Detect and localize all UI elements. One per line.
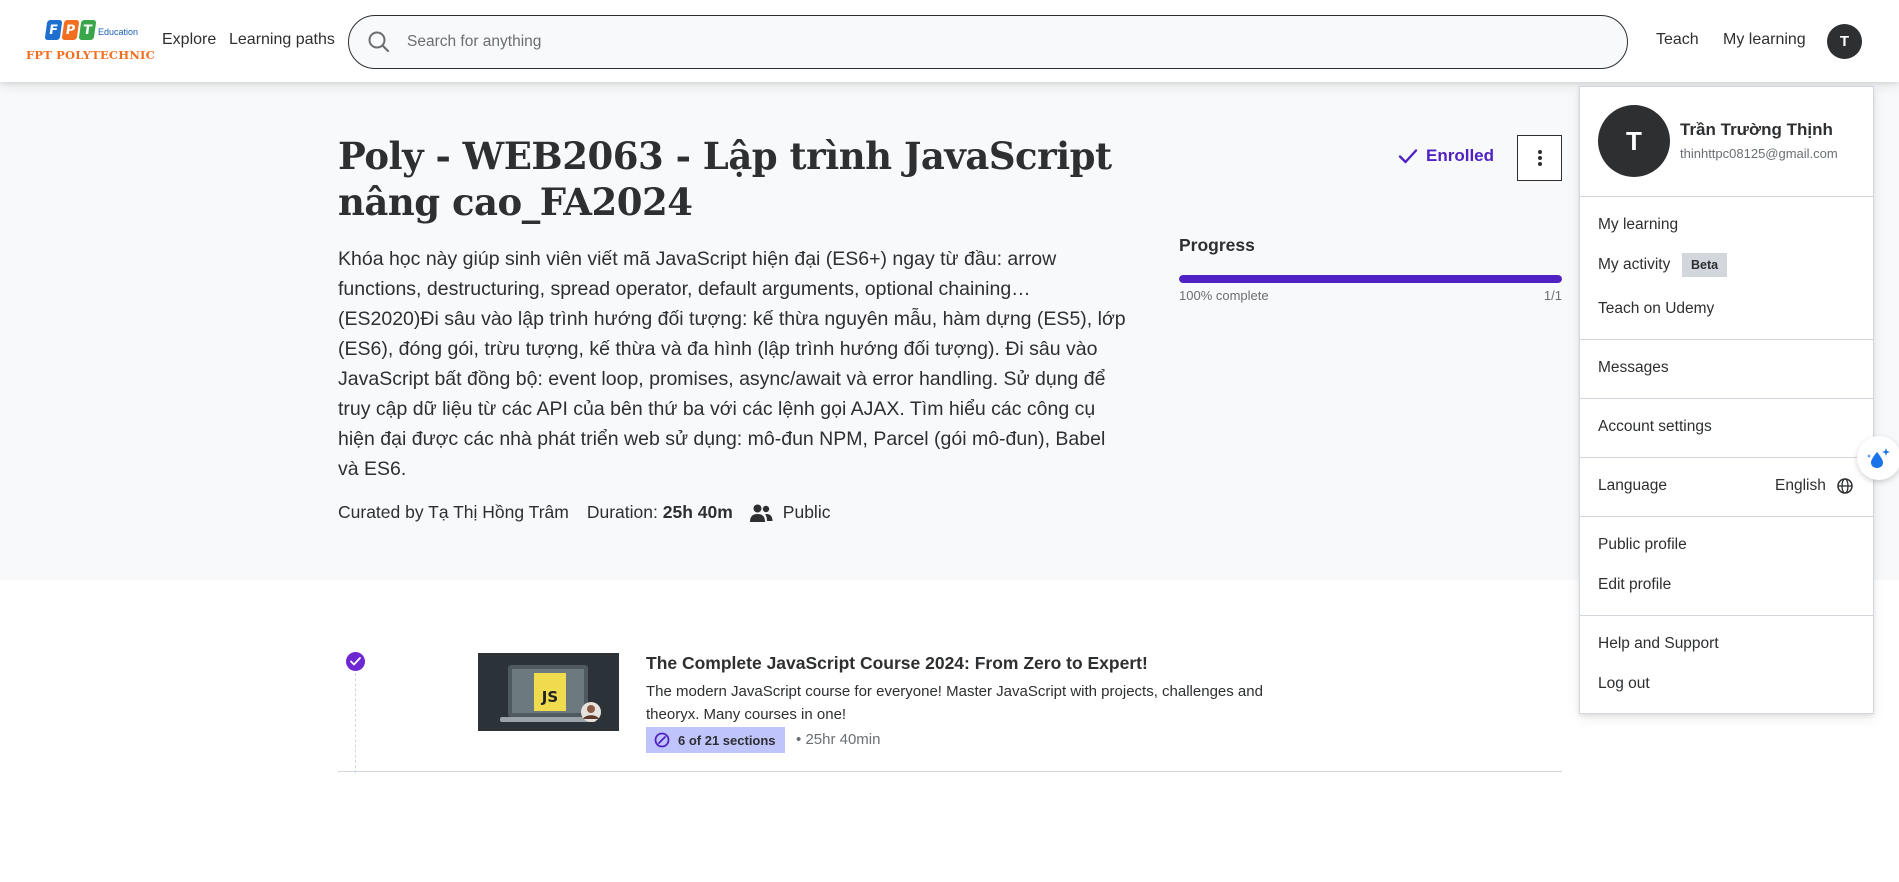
menu-item-help-and-support[interactable]: Help and Support <box>1598 635 1719 653</box>
user-menu-dropdown: T Trần Trường Thịnh thinhttpc08125@gmail… <box>1579 86 1874 714</box>
menu-divider <box>1580 196 1873 197</box>
progress-percent-label: 100% complete <box>1179 288 1269 303</box>
completed-check-icon <box>346 652 365 671</box>
menu-item-teach-on-udemy[interactable]: Teach on Udemy <box>1598 300 1714 318</box>
enrolled-status: Enrolled <box>1398 146 1494 166</box>
course-duration: • 25hr 40min <box>796 731 880 748</box>
duration-bullet: • <box>796 731 802 748</box>
user-email: thinhttpc08125@gmail.com <box>1680 146 1838 161</box>
course-duration-value: 25hr 40min <box>805 731 881 748</box>
beta-badge: Beta <box>1682 253 1728 277</box>
user-name[interactable]: Trần Trường Thịnh <box>1680 120 1833 140</box>
menu-item-my-learning[interactable]: My learning <box>1598 216 1678 234</box>
search-input[interactable]: Search for anything <box>407 33 541 51</box>
menu-item-public-profile[interactable]: Public profile <box>1598 536 1687 554</box>
course-path-meta: Curated by Tạ Thị Hồng Trâm Duration: 25… <box>338 502 830 523</box>
sections-progress-badge: 6 of 21 sections <box>646 727 785 753</box>
menu-item-account-settings[interactable]: Account settings <box>1598 418 1712 436</box>
dropdown-avatar[interactable]: T <box>1598 105 1670 177</box>
nav-learning-paths[interactable]: Learning paths <box>229 31 335 49</box>
fpt-polytechnic-logo[interactable]: F P T Education FPT POLYTECHNIC <box>24 18 155 66</box>
course-title-link[interactable]: The Complete JavaScript Course 2024: Fro… <box>646 653 1148 674</box>
menu-item-log-out[interactable]: Log out <box>1598 675 1650 693</box>
logo-letter-p: P <box>61 20 80 40</box>
curated-by: Curated by Tạ Thị Hồng Trâm <box>338 502 569 522</box>
course-thumbnail[interactable]: JS <box>478 653 619 731</box>
menu-item-edit-profile[interactable]: Edit profile <box>1598 576 1671 594</box>
menu-item-messages[interactable]: Messages <box>1598 359 1669 377</box>
visibility-label: Public <box>782 502 831 522</box>
language-value: English <box>1775 477 1826 494</box>
duration-label: Duration: <box>586 502 658 522</box>
nav-my-learning[interactable]: My learning <box>1723 31 1806 49</box>
menu-divider <box>1580 516 1873 517</box>
nav-explore[interactable]: Explore <box>162 31 216 49</box>
timeline-connector <box>355 673 356 773</box>
search-icon[interactable] <box>365 28 393 56</box>
menu-divider <box>1580 615 1873 616</box>
menu-divider <box>1580 398 1873 399</box>
course-path-description: Khóa học này giúp sinh viên viết mã Java… <box>338 248 1126 480</box>
progress-bar-fill <box>1179 275 1562 283</box>
kebab-menu-icon <box>1537 150 1542 166</box>
more-options-button[interactable] <box>1517 135 1562 181</box>
logo-wordmark: FPT POLYTECHNIC <box>26 48 155 62</box>
thumbnail-js-text: JS <box>541 688 558 706</box>
nav-teach[interactable]: Teach <box>1656 31 1699 49</box>
fpt-logo-mark: F P T <box>44 20 97 40</box>
course-description: The modern JavaScript course for everyon… <box>646 683 1263 723</box>
menu-item-my-activity[interactable]: My activity <box>1598 256 1670 274</box>
logo-education-text: Education <box>98 27 139 37</box>
page-title: Poly - WEB2063 - Lập trình JavaScript nâ… <box>338 134 1112 224</box>
globe-icon <box>1837 478 1853 494</box>
enrolled-label: Enrolled <box>1426 146 1495 165</box>
people-icon <box>749 504 773 522</box>
sections-count: 6 of 21 sections <box>678 732 776 748</box>
sparkle-drop-icon <box>1867 448 1890 468</box>
menu-divider <box>1580 339 1873 340</box>
user-avatar-button[interactable]: T <box>1827 24 1862 59</box>
floating-assistant-button[interactable] <box>1857 436 1899 480</box>
course-thumbnail-image: JS <box>478 653 619 731</box>
language-selector[interactable]: English <box>1775 477 1854 495</box>
search-bar[interactable]: Search for anything <box>348 15 1628 69</box>
checkmark-icon <box>1398 149 1418 164</box>
progress-count: 1/1 <box>1543 288 1562 303</box>
progress-circle-icon <box>654 732 670 748</box>
duration-value: 25h 40m <box>662 502 733 522</box>
logo-letter-t: T <box>78 20 97 40</box>
list-divider <box>338 771 1562 772</box>
menu-divider <box>1580 457 1873 458</box>
menu-item-language[interactable]: Language <box>1598 477 1667 495</box>
progress-bar <box>1179 275 1562 283</box>
progress-title: Progress <box>1179 235 1255 255</box>
top-header: F P T Education FPT POLYTECHNIC Explore … <box>0 0 1899 82</box>
logo-letter-f: F <box>44 20 63 40</box>
